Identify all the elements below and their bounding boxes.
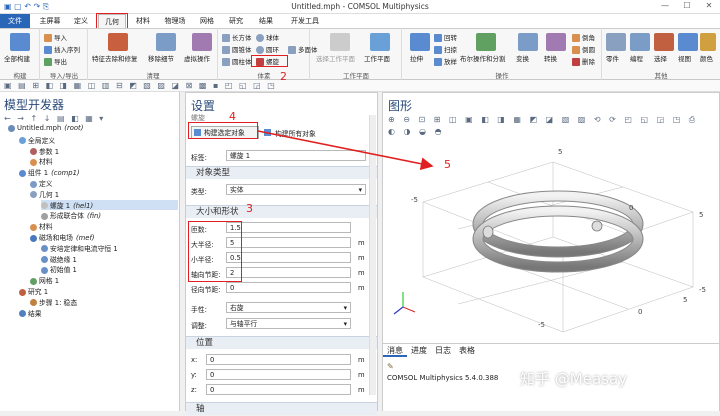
message-tabs: 消息 进度 日志 表格 — [383, 344, 719, 358]
message-tab[interactable]: 进度 — [407, 344, 431, 357]
message-text: COMSOL Multiphysics 5.4.0.388 — [387, 374, 499, 382]
message-tab[interactable]: 日志 — [431, 344, 455, 357]
pin-icon[interactable]: ✎ — [387, 362, 394, 371]
message-tab[interactable]: 表格 — [455, 344, 479, 357]
annotation-5: 5 — [444, 158, 451, 171]
message-tab[interactable]: 消息 — [383, 344, 407, 357]
watermark: 知乎 @Measay — [520, 370, 628, 388]
